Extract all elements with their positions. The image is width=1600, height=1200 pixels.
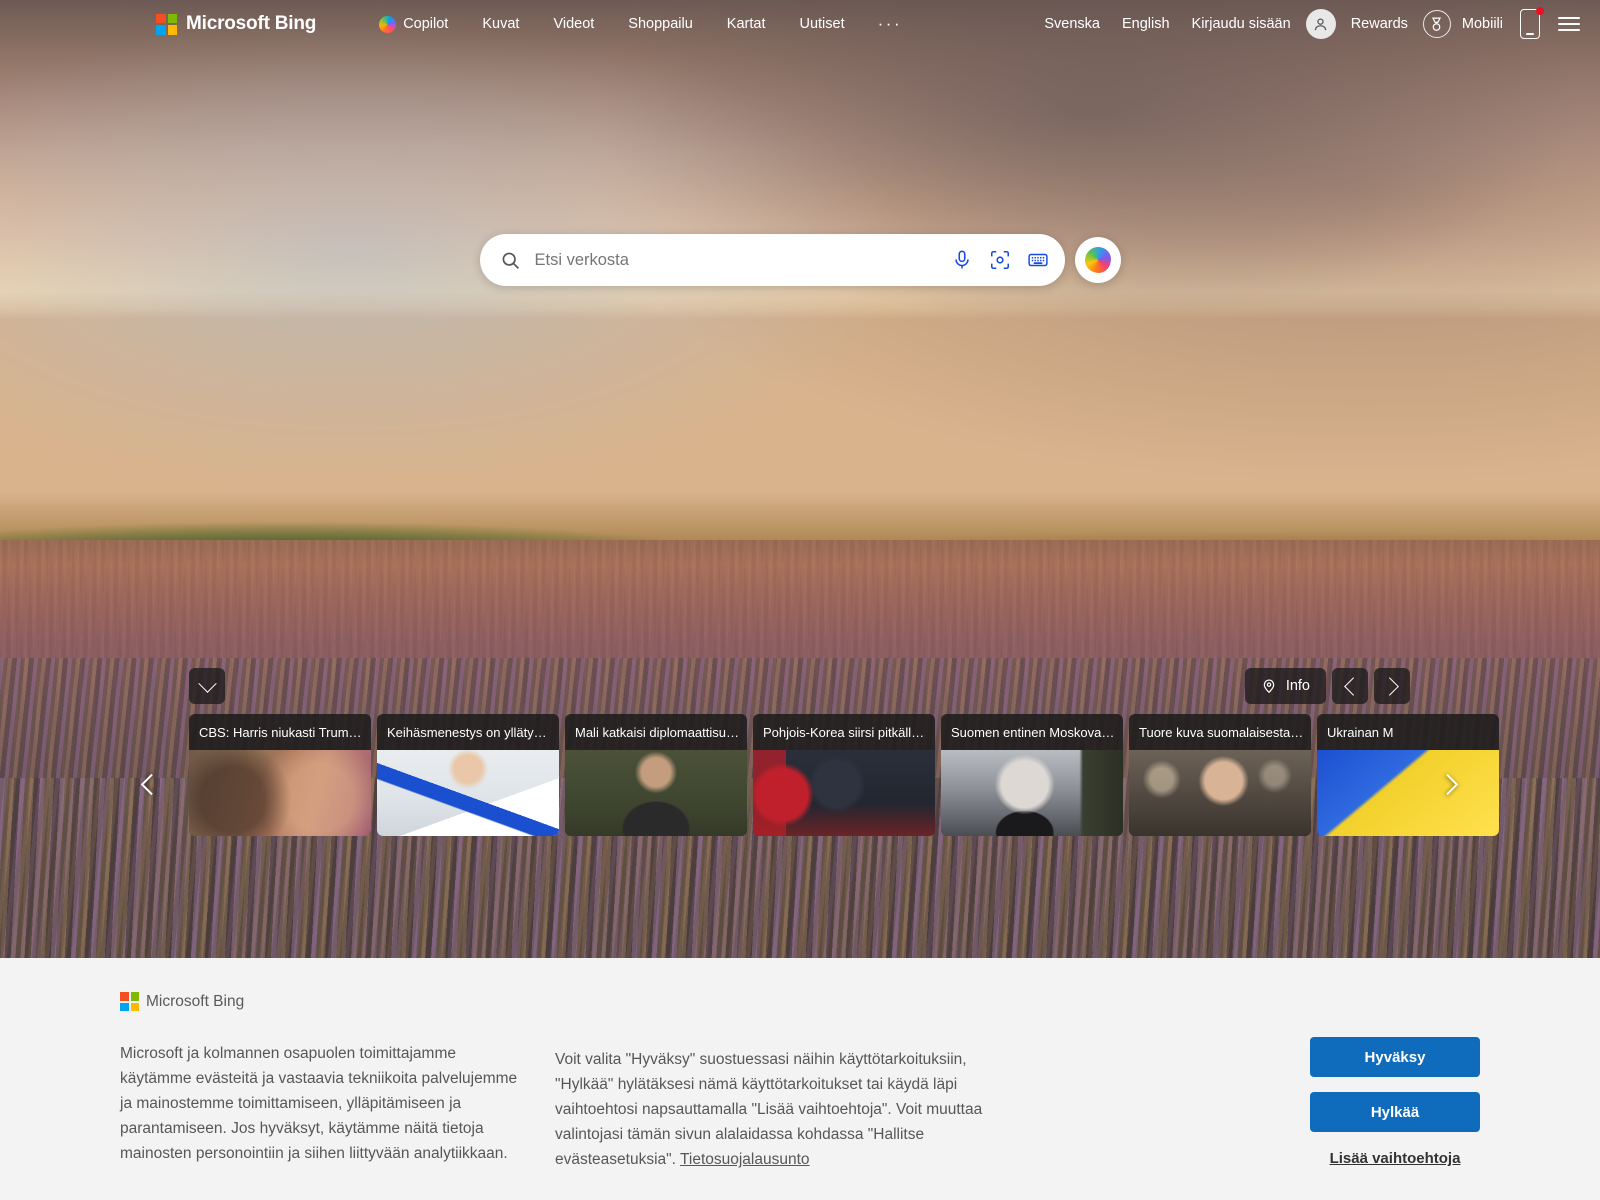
cookie-left-column: Microsoft Bing Microsoft ja kolmannen os… <box>120 992 530 1173</box>
news-card-title: Ukrainan M <box>1327 724 1394 740</box>
nav-item-videot[interactable]: Videot <box>536 10 611 38</box>
search-action-icons <box>951 249 1049 271</box>
nav-item-uutiset[interactable]: Uutiset <box>782 10 861 38</box>
nav-label-kuvat: Kuvat <box>482 16 520 32</box>
copilot-orb-icon <box>1084 247 1111 273</box>
carousel-prev-arrow[interactable] <box>130 756 166 812</box>
microsoft-squares-icon <box>156 13 177 35</box>
news-card[interactable]: Ukrainan M <box>1317 714 1499 836</box>
privacy-statement-link[interactable]: Tietosuojalausunto <box>680 1151 810 1168</box>
nav-label-uutiset: Uutiset <box>799 16 845 32</box>
news-card-thumbnail <box>1317 750 1499 836</box>
notification-dot <box>1536 7 1544 15</box>
news-card[interactable]: Keihäsmenestys on ylläty… <box>377 714 559 836</box>
chevron-right-icon <box>1436 773 1458 795</box>
top-navigation-bar: Microsoft Bing Copilot Kuvat Videot Shop… <box>0 0 1600 48</box>
search-input[interactable] <box>534 250 951 270</box>
news-card-title: Pohjois-Korea siirsi pitkäll… <box>763 724 925 740</box>
nav-label-shoppailu: Shoppailu <box>628 16 693 32</box>
person-icon <box>1314 17 1327 30</box>
nav-overflow-button[interactable]: ··· <box>862 14 918 34</box>
news-card-thumbnail <box>753 750 935 836</box>
news-card[interactable]: Tuore kuva suomalaisesta… <box>1129 714 1311 836</box>
cookie-middle-column: Voit valita "Hyväksy" suostuessasi näihi… <box>555 992 1025 1173</box>
chevron-left-icon <box>1343 676 1363 696</box>
news-card[interactable]: Mali katkaisi diplomaattisu… <box>565 714 747 836</box>
phone-icon[interactable] <box>1520 7 1544 39</box>
nav-label-videot: Videot <box>553 16 595 32</box>
news-carousel: CBS: Harris niukasti Trum… Keihäsmenestys… <box>189 714 1499 836</box>
hamburger-icon[interactable] <box>1558 17 1580 31</box>
microphone-icon[interactable] <box>951 249 973 271</box>
info-label: Info <box>1285 678 1310 694</box>
hero-controls: Info <box>1244 668 1410 704</box>
location-pin-icon <box>1263 679 1275 694</box>
medal-glyph <box>1432 17 1442 31</box>
brand-label: Microsoft Bing <box>186 13 317 34</box>
cookie-consent-banner: Microsoft Bing Microsoft ja kolmannen os… <box>0 958 1600 1200</box>
news-card-thumbnail <box>941 750 1123 836</box>
search-icon <box>502 252 519 269</box>
news-card-title: Tuore kuva suomalaisesta… <box>1139 724 1304 740</box>
news-card-title: Keihäsmenestys on ylläty… <box>387 724 547 740</box>
cookie-paragraph-right: Voit valita "Hyväksy" suostuessasi näihi… <box>555 1047 1025 1173</box>
image-info-button[interactable]: Info <box>1244 668 1326 704</box>
accept-button[interactable]: Hyväksy <box>1310 1037 1480 1077</box>
main-nav: Copilot Kuvat Videot Shoppailu Kartat Uu… <box>362 10 918 39</box>
microsoft-squares-icon <box>120 992 139 1011</box>
news-card-thumbnail <box>1129 750 1311 836</box>
nav-label-kartat: Kartat <box>726 16 766 32</box>
more-options-link[interactable]: Lisää vaihtoehtoja <box>1310 1150 1480 1167</box>
news-card-thumbnail <box>377 750 559 836</box>
news-card-title: CBS: Harris niukasti Trum… <box>199 724 362 740</box>
rewards-link[interactable]: Rewards <box>1340 10 1419 38</box>
news-card-thumbnail <box>189 750 371 836</box>
copilot-button[interactable] <box>1074 237 1121 283</box>
cookie-actions: Hyväksy Hylkää Lisää vaihtoehtoja <box>1310 992 1480 1173</box>
news-card[interactable]: Suomen entinen Moskova… <box>941 714 1123 836</box>
mobile-link[interactable]: Mobiili <box>1451 10 1514 38</box>
cookie-brand-label: Microsoft Bing <box>146 992 245 1010</box>
search-box[interactable] <box>479 234 1065 286</box>
header-right-group: Svenska English Kirjaudu sisään Rewards … <box>1033 7 1584 39</box>
keyboard-icon[interactable] <box>1027 249 1049 271</box>
reject-button[interactable]: Hylkää <box>1310 1092 1480 1132</box>
language-swedish-link[interactable]: Svenska <box>1033 10 1111 38</box>
chevron-right-icon <box>1379 676 1399 696</box>
news-card-title: Mali katkaisi diplomaattisu… <box>575 724 740 740</box>
medal-icon[interactable] <box>1422 10 1451 38</box>
nav-item-shoppailu[interactable]: Shoppailu <box>611 10 710 38</box>
sign-in-link[interactable]: Kirjaudu sisään <box>1181 10 1302 38</box>
language-english-link[interactable]: English <box>1111 10 1181 38</box>
avatar[interactable] <box>1305 9 1336 39</box>
news-card[interactable]: CBS: Harris niukasti Trum… <box>189 714 371 836</box>
nav-label-copilot: Copilot <box>403 16 449 32</box>
hero-next-button[interactable] <box>1374 668 1410 704</box>
nav-item-kartat[interactable]: Kartat <box>710 10 783 38</box>
cookie-brand-logo: Microsoft Bing <box>120 992 530 1011</box>
news-card-thumbnail <box>565 750 747 836</box>
news-card-title: Suomen entinen Moskova… <box>951 724 1115 740</box>
cookie-paragraph-left: Microsoft ja kolmannen osapuolen toimitt… <box>120 1045 518 1163</box>
carousel-next-arrow[interactable] <box>1432 756 1468 812</box>
microsoft-bing-logo[interactable]: Microsoft Bing <box>156 13 316 35</box>
search-row <box>0 234 1600 286</box>
nav-item-copilot[interactable]: Copilot <box>362 10 465 39</box>
collapse-carousel-button[interactable] <box>189 668 225 704</box>
nav-item-kuvat[interactable]: Kuvat <box>465 10 536 38</box>
visual-search-icon[interactable] <box>989 249 1011 271</box>
chevron-down-icon <box>197 673 217 693</box>
news-card[interactable]: Pohjois-Korea siirsi pitkäll… <box>753 714 935 836</box>
copilot-icon <box>379 15 397 33</box>
hero-prev-button[interactable] <box>1332 668 1368 704</box>
hero-section: Microsoft Bing Copilot Kuvat Videot Shop… <box>0 0 1600 958</box>
chevron-left-icon <box>140 773 162 795</box>
